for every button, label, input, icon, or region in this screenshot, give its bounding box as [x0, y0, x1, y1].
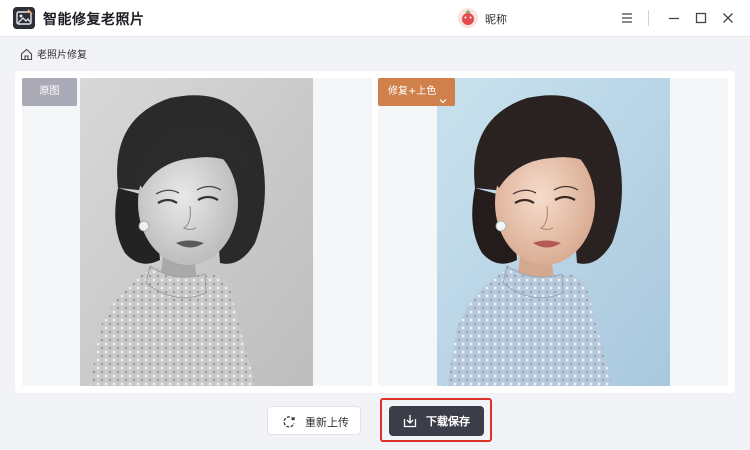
- user-nickname[interactable]: 昵称: [485, 11, 507, 27]
- chevron-down-icon: [439, 88, 447, 116]
- user-avatar[interactable]: [458, 8, 478, 28]
- result-photo: [437, 78, 670, 386]
- home-icon[interactable]: [20, 46, 33, 61]
- result-pane: 修复+上色: [378, 78, 728, 386]
- breadcrumb-current: 老照片修复: [37, 50, 87, 61]
- original-tag: 原图: [22, 78, 77, 106]
- title-bar: 智能修复老照片 昵称: [0, 0, 750, 37]
- mode-select-label: 修复+上色: [388, 86, 437, 97]
- original-pane: 原图: [22, 78, 372, 386]
- refresh-icon: [282, 414, 296, 433]
- comparison-panel: 原图 修复+上色: [15, 71, 735, 393]
- app-title: 智能修复老照片: [43, 12, 145, 28]
- reupload-label: 重新上传: [305, 416, 349, 429]
- menu-icon[interactable]: [616, 6, 638, 30]
- mode-select[interactable]: 修复+上色: [378, 78, 455, 106]
- download-icon: [403, 413, 417, 432]
- title-bar-divider: [648, 10, 649, 26]
- download-button[interactable]: 下载保存: [389, 406, 484, 436]
- reupload-button[interactable]: 重新上传: [267, 406, 361, 435]
- minimize-icon[interactable]: [663, 6, 685, 30]
- app-logo-icon: [13, 7, 35, 29]
- close-icon[interactable]: [717, 6, 739, 30]
- maximize-icon[interactable]: [690, 6, 712, 30]
- original-photo: [80, 78, 313, 386]
- download-label: 下载保存: [426, 415, 470, 428]
